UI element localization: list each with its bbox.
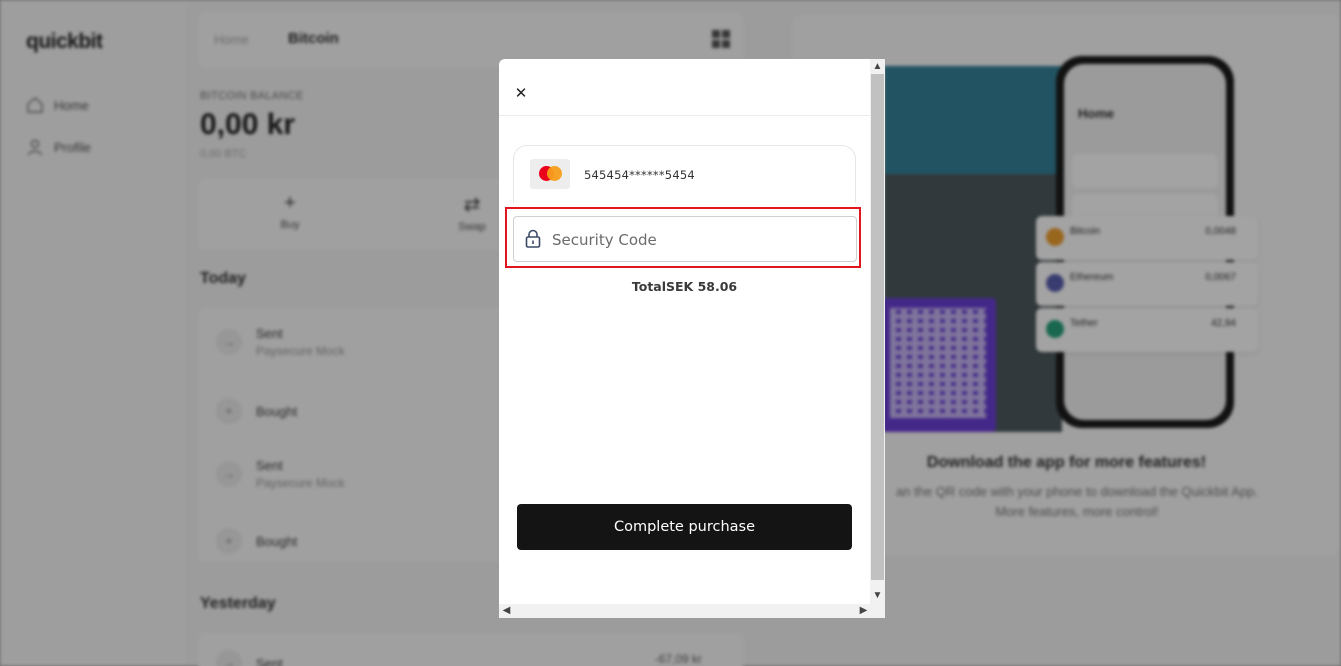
- mastercard-icon: [530, 159, 570, 189]
- scroll-right-icon[interactable]: ▶: [857, 605, 870, 617]
- total-amount: TotalSEK 58.06: [631, 279, 738, 294]
- highlight-box: [505, 207, 861, 268]
- scrollbar-thumb[interactable]: [871, 74, 884, 580]
- complete-purchase-button[interactable]: Complete purchase: [517, 504, 852, 550]
- scroll-left-icon[interactable]: ◀: [500, 605, 513, 617]
- modal-divider: [499, 115, 870, 116]
- scroll-down-icon[interactable]: ▼: [871, 590, 884, 602]
- close-icon[interactable]: ✕: [513, 86, 529, 102]
- scrollbar-corner: [870, 604, 885, 618]
- scroll-up-icon[interactable]: ▲: [871, 61, 884, 73]
- card-number: 545454******5454: [584, 168, 695, 182]
- horizontal-scrollbar[interactable]: [499, 604, 870, 618]
